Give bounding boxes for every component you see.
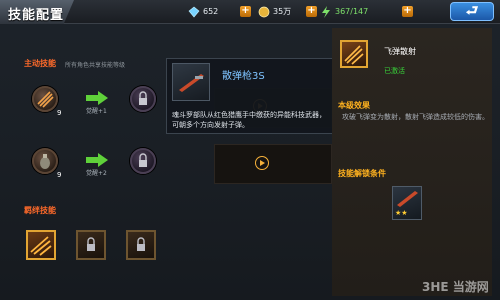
arrow-right-icon: [86, 90, 108, 105]
active-skills-subtitle: 所有角色共享技能等级: [65, 62, 126, 69]
skill-name: 飞弹散射: [384, 47, 416, 56]
bond-skill-locked[interactable]: [126, 230, 156, 260]
diamond-resource: 652: [188, 4, 218, 19]
skill-level: 9: [57, 109, 62, 117]
weapon-name: 散弹枪3S: [222, 71, 265, 82]
spread-shot-icon: [340, 40, 368, 68]
stamina-count: 367/147: [335, 7, 369, 16]
star-rating: ★★: [395, 209, 408, 217]
page-title: 技能配置: [0, 0, 74, 24]
active-skills-title: 主动技能: [24, 59, 56, 68]
locked-skill-icon[interactable]: [130, 148, 156, 174]
diamond-count: 652: [203, 7, 219, 16]
bond-skill-spread-shot[interactable]: [26, 230, 56, 260]
add-coin-button[interactable]: +: [306, 6, 317, 17]
bond-skill-locked[interactable]: [76, 230, 106, 260]
weapon-description: 魂斗罗部队从红色猎鹰手中缴获的异能科技武器，可朝多个方向发射子弹。: [172, 111, 326, 129]
add-stamina-button[interactable]: +: [402, 6, 413, 17]
effect-title: 本级效果: [338, 101, 370, 110]
skill-icon-claw[interactable]: [32, 86, 58, 112]
back-button[interactable]: ⮐: [450, 2, 494, 21]
stamina-icon: [320, 5, 332, 18]
arrow-right-icon: [86, 152, 108, 167]
skill-status: 已激活: [384, 67, 405, 75]
play-icon[interactable]: [255, 156, 269, 170]
coin-icon: [258, 6, 270, 18]
upgrade-label: 觉醒+1: [86, 108, 107, 115]
coin-count: 35万: [273, 7, 292, 16]
add-diamond-button[interactable]: +: [240, 6, 251, 17]
unlock-weapon-card[interactable]: ★★: [392, 186, 422, 220]
bond-skills-title: 羁绊技能: [24, 206, 56, 215]
upgrade-label: 觉醒+2: [86, 170, 107, 177]
coin-resource: 35万: [258, 4, 291, 19]
skill-level: 9: [57, 171, 62, 179]
weapon-icon: [172, 63, 210, 101]
locked-skill-icon[interactable]: [130, 86, 156, 112]
stamina-resource: 367/147: [320, 4, 368, 19]
skill-icon-grenade[interactable]: [32, 148, 58, 174]
unlock-title: 技能解锁条件: [338, 169, 386, 178]
diamond-icon: [188, 6, 200, 18]
skill-preview-video[interactable]: [214, 144, 332, 184]
effect-text: 攻破飞弹变为散射，散射飞弹造成较低的伤害。: [342, 113, 489, 121]
watermark: 3HE 当游网: [422, 280, 489, 294]
